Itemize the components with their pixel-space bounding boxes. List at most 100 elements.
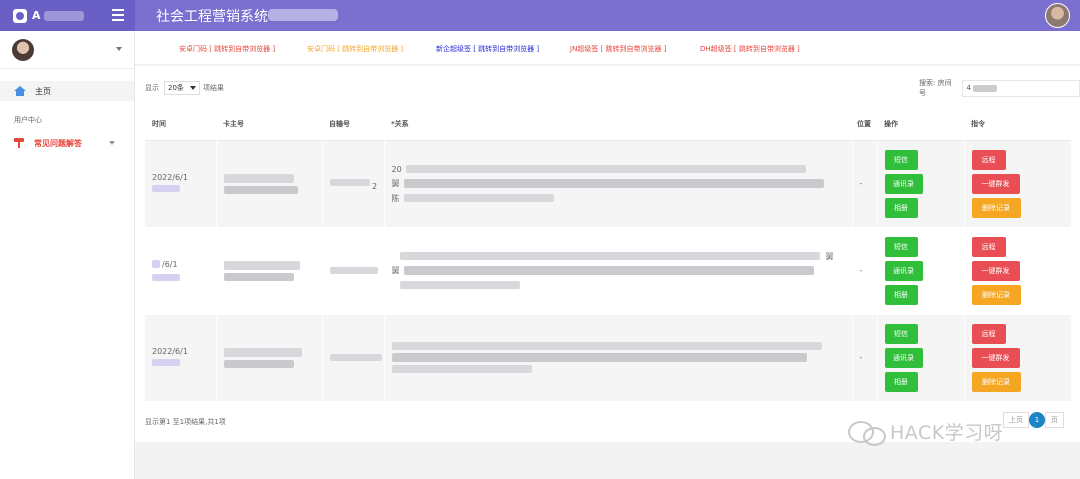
blurred-text	[399, 252, 820, 260]
logo-icon	[13, 8, 27, 23]
blurred-text	[405, 165, 806, 173]
blurred-text	[152, 184, 180, 192]
contacts-button[interactable]: 通讯录	[884, 173, 923, 194]
blurred-text	[223, 272, 294, 281]
cell-self-number	[322, 314, 385, 402]
sidebar-item-faq[interactable]: 常见问题解答	[0, 134, 134, 152]
user-avatar[interactable]	[1045, 3, 1070, 28]
prev-page-button[interactable]: 上页	[1003, 412, 1029, 428]
time-value: 2022/6/1	[152, 172, 188, 182]
cell-actions: 短信 通讯录 相册	[877, 227, 965, 315]
column-header-card-owner[interactable]: 卡主号	[216, 108, 322, 141]
link-bar: 安卓门码 [ 跳转到自带浏览器 ] 安卓门码 [ 跳转到自带浏览器 ] 新企超级…	[135, 31, 1080, 65]
chevron-down-icon	[190, 86, 196, 90]
remote-button[interactable]: 远程	[971, 149, 1006, 170]
relation-line3: 陈	[391, 193, 400, 203]
delete-record-button[interactable]: 删除记录	[971, 284, 1021, 305]
next-page-button[interactable]: 页	[1045, 412, 1064, 428]
caret-down-icon[interactable]	[116, 47, 122, 51]
column-header-self-number[interactable]: 自输号	[322, 108, 384, 141]
blurred-text	[152, 274, 180, 281]
sidebar-user-profile[interactable]	[0, 31, 134, 69]
logo-text: A	[32, 9, 41, 22]
hamburger-menu-icon[interactable]	[112, 9, 124, 21]
cell-commands: 远程 一键群发 删除记录	[964, 227, 1072, 315]
search-input[interactable]: 4	[962, 79, 1080, 97]
search-label: 搜索: 房间号	[919, 79, 952, 97]
time-value: 2022/6/1	[152, 346, 188, 356]
table-info: 显示第1 至1项结果,共1项	[145, 418, 226, 426]
time-value: /6/1	[162, 259, 178, 269]
cell-position: -	[852, 227, 878, 315]
cell-card-owner	[216, 227, 323, 315]
delete-record-button[interactable]: 删除记录	[971, 371, 1021, 392]
search-control: 搜索: 房间号 4	[919, 78, 1080, 98]
column-header-commands[interactable]: 指令	[964, 108, 1071, 141]
contacts-button[interactable]: 通讯录	[884, 260, 923, 281]
blurred-text	[391, 342, 822, 350]
blurred-text	[152, 260, 160, 268]
album-button[interactable]: 相册	[884, 371, 918, 392]
search-blurred-value	[972, 84, 997, 92]
cell-position: -	[852, 140, 878, 228]
album-button[interactable]: 相册	[884, 197, 918, 218]
paint-roller-icon	[14, 138, 24, 148]
page-title: 社会工程营销系统	[156, 9, 268, 25]
page-footer	[135, 442, 1080, 479]
cell-commands: 远程 一键群发 删除记录	[964, 140, 1072, 228]
remote-button[interactable]: 远程	[971, 236, 1006, 257]
blurred-text	[391, 353, 807, 362]
blurred-text	[403, 179, 824, 188]
link-android-1[interactable]: 安卓门码 [ 跳转到自带浏览器 ]	[179, 44, 275, 54]
blurred-text	[403, 194, 554, 202]
blurred-text	[391, 365, 532, 373]
link-xinqi-supersign[interactable]: 新企超级签 [ 跳转到自带浏览器 ]	[436, 44, 539, 54]
sms-button[interactable]: 短信	[884, 149, 918, 170]
delete-record-button[interactable]: 删除记录	[971, 197, 1021, 218]
mass-send-button[interactable]: 一键群发	[971, 173, 1020, 194]
sms-button[interactable]: 短信	[884, 323, 918, 344]
title-blurred-suffix	[268, 9, 338, 21]
page-size-value: 20条	[168, 84, 184, 92]
link-jn-supersign[interactable]: JN超级签 [ 跳转到自带浏览器 ]	[570, 44, 666, 54]
page-1-button[interactable]: 1	[1029, 412, 1045, 428]
mass-send-button[interactable]: 一键群发	[971, 347, 1020, 368]
sidebar-item-label: 常见问题解答	[34, 138, 82, 148]
column-header-actions[interactable]: 操作	[877, 108, 964, 141]
column-header-position[interactable]: 位置	[852, 108, 877, 141]
blurred-text	[223, 260, 300, 270]
cell-time: 2022/6/1	[145, 314, 217, 402]
chevron-down-icon	[109, 141, 115, 145]
cell-self-number: 2	[322, 140, 385, 228]
relation-prefix: 20	[391, 164, 402, 174]
column-header-relation[interactable]: *关系	[384, 108, 852, 141]
watermark: HACK学习呀	[848, 418, 1003, 446]
blurred-text	[329, 354, 382, 361]
cell-actions: 短信 通讯录 相册	[877, 314, 965, 402]
blurred-text	[223, 347, 302, 357]
relation-line2: 舅	[391, 266, 400, 275]
column-header-time[interactable]: 时间	[145, 108, 216, 141]
album-button[interactable]: 相册	[884, 284, 918, 305]
blurred-text	[329, 267, 378, 274]
wechat-icon	[848, 419, 886, 446]
blurred-text	[223, 359, 294, 368]
top-navbar: A 社会工程营销系统	[0, 0, 1080, 31]
link-android-2[interactable]: 安卓门码 [ 跳转到自带浏览器 ]	[307, 44, 403, 54]
blurred-text	[223, 173, 294, 183]
remote-button[interactable]: 远程	[971, 323, 1006, 344]
mass-send-button[interactable]: 一键群发	[971, 260, 1020, 281]
sidebar-item-home[interactable]: 主页	[0, 81, 134, 101]
blurred-text	[403, 266, 814, 275]
link-dh-supersign[interactable]: DH超级签 [ 跳转到自带浏览器 ]	[700, 44, 800, 54]
cell-commands: 远程 一键群发 删除记录	[964, 314, 1072, 402]
contacts-button[interactable]: 通讯录	[884, 347, 923, 368]
relation-line2: 舅	[391, 179, 400, 188]
cell-card-owner	[216, 314, 323, 402]
cell-time: 2022/6/1	[145, 140, 217, 228]
logo-blurred-text	[43, 10, 84, 21]
sms-button[interactable]: 短信	[884, 236, 918, 257]
page-size-select[interactable]: 20条	[164, 81, 200, 95]
cell-self-number	[322, 227, 385, 315]
pagination: 上页 1 页	[1003, 412, 1064, 428]
